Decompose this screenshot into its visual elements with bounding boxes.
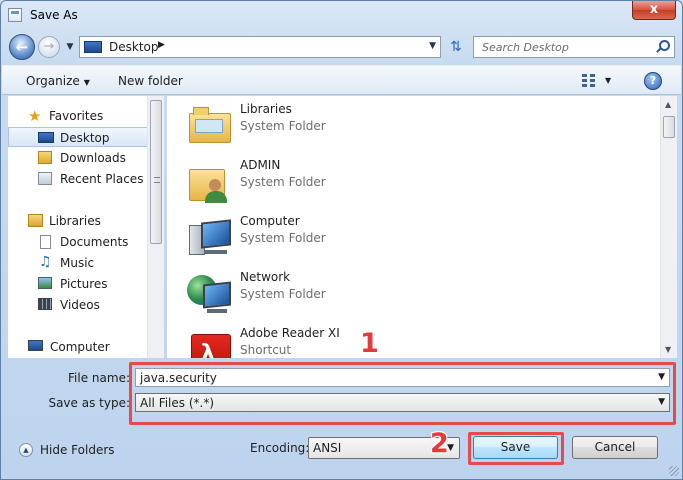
file-type: System Folder — [240, 175, 326, 189]
music-icon: ♫ — [39, 254, 52, 270]
list-item[interactable]: Libraries System Folder — [185, 99, 485, 151]
sidebar-item-label: Favorites — [49, 109, 104, 123]
view-options-chevron-icon[interactable]: ▼ — [605, 76, 611, 85]
file-name: ADMIN — [240, 158, 281, 172]
sidebar-item-label: Desktop — [60, 131, 110, 145]
scrollbar-grip-icon — [154, 177, 160, 183]
sidebar-item-label: Recent Places — [60, 172, 144, 186]
scroll-down-icon[interactable]: ▼ — [665, 345, 671, 354]
sidebar-item-recent-places[interactable]: Recent Places — [8, 169, 148, 189]
sidebar-item-label: Music — [60, 256, 95, 270]
navigation-pane: ★ Favorites Desktop Downloads Recent Pla… — [8, 96, 158, 358]
save-as-dialog: Save As x ← → ▼ Desktop ▶ ▼ ⇅ Search Des… — [0, 0, 683, 480]
sidebar-item-downloads[interactable]: Downloads — [8, 148, 148, 168]
sidebar-item-label: Downloads — [60, 151, 126, 165]
address-dropdown-icon[interactable]: ▼ — [429, 41, 436, 51]
list-item[interactable]: λ Adobe Reader XI Shortcut — [185, 323, 485, 358]
hide-folders-label: Hide Folders — [40, 443, 115, 457]
recent-pages-chevron-icon[interactable]: ▼ — [63, 38, 77, 56]
sidebar-item-label: Libraries — [49, 214, 101, 228]
sidebar-item-music[interactable]: ♫ Music — [8, 253, 148, 273]
sidebar-item-label: Pictures — [60, 277, 108, 291]
search-icon[interactable] — [656, 40, 670, 52]
file-type: System Folder — [240, 231, 326, 245]
encoding-value: ANSI — [313, 441, 342, 455]
close-button[interactable]: x — [632, 1, 676, 20]
scrollbar-thumb[interactable] — [663, 116, 675, 138]
file-name: Computer — [240, 214, 300, 228]
sidebar-item-documents[interactable]: Documents — [8, 232, 148, 252]
command-toolbar: Organize ▼ New folder ▼ ? — [2, 65, 681, 95]
computer-icon — [187, 217, 233, 257]
breadcrumb-arrow-icon[interactable]: ▶ — [158, 40, 165, 50]
desktop-icon — [84, 41, 102, 53]
navigation-bar: ← → ▼ Desktop ▶ ▼ ⇅ Search Desktop — [7, 33, 677, 61]
window-title: Save As — [30, 8, 78, 22]
file-name: Network — [240, 270, 291, 284]
organize-label: Organize — [26, 74, 80, 88]
search-input[interactable]: Search Desktop — [473, 36, 675, 58]
help-button[interactable]: ? — [644, 72, 662, 90]
user-folder-icon — [187, 161, 233, 203]
sidebar-item-label: Videos — [60, 298, 100, 312]
sidebar-item-computer[interactable]: Computer — [8, 337, 148, 357]
breadcrumb-desktop[interactable]: Desktop — [109, 40, 159, 54]
chevron-down-icon: ▼ — [83, 78, 90, 87]
change-view-icon[interactable] — [582, 73, 598, 87]
documents-icon — [40, 235, 51, 249]
recent-places-icon — [38, 172, 52, 185]
file-list: Libraries System Folder ADMIN System Fol… — [167, 96, 660, 358]
sidebar-item-favorites[interactable]: ★ Favorites — [8, 106, 148, 126]
sidebar-item-videos[interactable]: Videos — [8, 295, 148, 315]
cancel-button[interactable]: Cancel — [572, 436, 658, 459]
highlight-box-fields — [129, 362, 676, 425]
videos-icon — [38, 298, 52, 310]
scroll-up-icon[interactable]: ▲ — [665, 100, 671, 109]
window-icon — [8, 8, 22, 22]
save-button[interactable]: Save — [473, 436, 558, 459]
back-button[interactable]: ← — [9, 34, 35, 60]
adobe-reader-icon: λ — [187, 329, 233, 358]
libraries-icon — [28, 214, 43, 227]
sidebar-item-label: Computer — [50, 340, 110, 354]
libraries-folder-icon — [187, 105, 233, 145]
star-icon: ★ — [28, 107, 42, 125]
chevron-up-icon: ▲ — [19, 443, 33, 457]
file-name: Libraries — [240, 102, 292, 116]
file-type: Shortcut — [240, 343, 292, 357]
sidebar-item-label: Documents — [60, 235, 129, 249]
sidebar-item-pictures[interactable]: Pictures — [8, 274, 148, 294]
list-item[interactable]: Computer System Folder — [185, 211, 485, 263]
pictures-icon — [38, 277, 52, 289]
navigation-pane-scrollbar[interactable] — [147, 96, 164, 358]
search-placeholder: Search Desktop — [482, 41, 569, 54]
file-type: System Folder — [240, 119, 326, 133]
encoding-label: Encoding: — [250, 441, 310, 455]
title-bar: Save As x — [1, 1, 682, 31]
scrollbar-thumb[interactable] — [150, 100, 162, 244]
list-item[interactable]: Network System Folder — [185, 267, 485, 319]
computer-icon — [28, 340, 43, 351]
address-bar[interactable]: Desktop ▶ ▼ — [79, 36, 441, 58]
network-icon — [187, 273, 233, 313]
sidebar-item-libraries[interactable]: Libraries — [8, 211, 148, 231]
file-name: Adobe Reader XI — [240, 326, 340, 340]
resize-grip-icon[interactable] — [669, 466, 679, 476]
file-name-label: File name: — [68, 371, 130, 385]
annotation-marker-2: 2 — [430, 428, 449, 459]
organize-button[interactable]: Organize ▼ — [26, 74, 90, 88]
list-item[interactable]: ADMIN System Folder — [185, 155, 485, 207]
sidebar-item-desktop[interactable]: Desktop — [8, 127, 148, 147]
forward-button[interactable]: → — [38, 36, 60, 58]
file-type: System Folder — [240, 287, 326, 301]
desktop-icon — [38, 132, 54, 143]
new-folder-button[interactable]: New folder — [118, 74, 183, 88]
save-as-type-label: Save as type: — [48, 396, 130, 410]
downloads-icon — [38, 151, 52, 164]
file-list-scrollbar[interactable]: ▲ ▼ — [660, 96, 677, 358]
annotation-marker-1: 1 — [360, 328, 379, 359]
refresh-button[interactable]: ⇅ — [445, 36, 467, 58]
